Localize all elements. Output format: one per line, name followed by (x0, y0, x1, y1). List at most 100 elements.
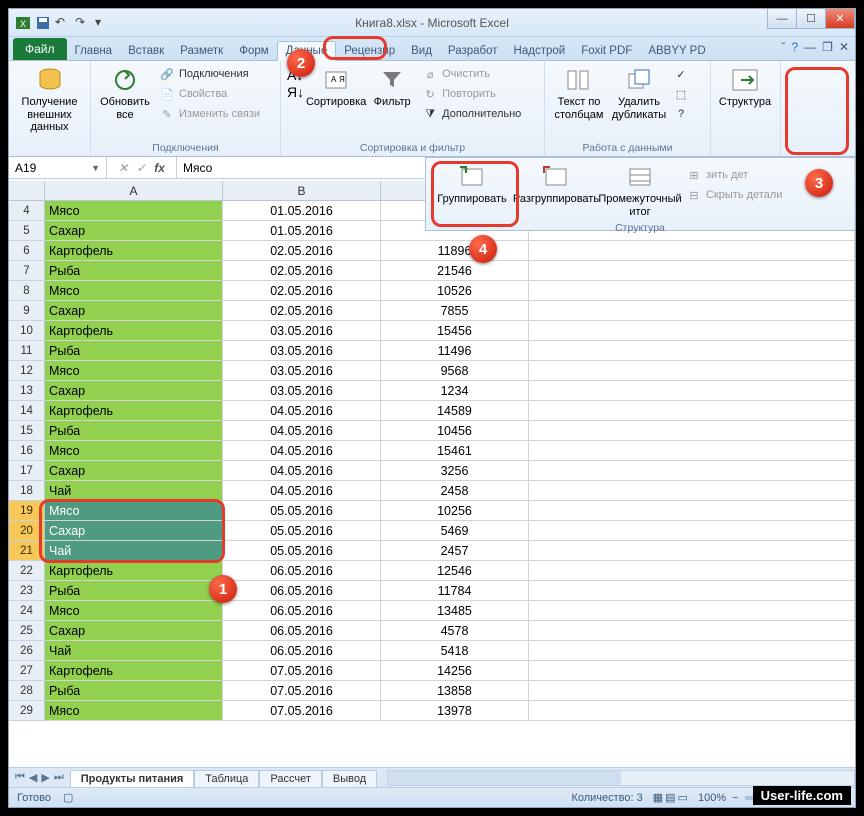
cell[interactable]: 14589 (381, 401, 529, 421)
cell[interactable] (529, 621, 855, 641)
cell[interactable]: 02.05.2016 (223, 301, 381, 321)
sheet-tab-output[interactable]: Вывод (322, 770, 377, 787)
cell[interactable]: Чай (45, 481, 223, 501)
cell[interactable] (529, 421, 855, 441)
cell[interactable]: 14256 (381, 661, 529, 681)
cell[interactable] (529, 301, 855, 321)
cell[interactable]: 07.05.2016 (223, 701, 381, 721)
cell[interactable] (529, 601, 855, 621)
row-header[interactable]: 21 (9, 541, 45, 561)
cell[interactable]: 2458 (381, 481, 529, 501)
row-header[interactable]: 22 (9, 561, 45, 581)
cell[interactable]: Сахар (45, 221, 223, 241)
cell[interactable]: Рыба (45, 341, 223, 361)
cell[interactable]: Сахар (45, 621, 223, 641)
cell[interactable]: 15456 (381, 321, 529, 341)
row-header[interactable]: 29 (9, 701, 45, 721)
cell[interactable] (529, 681, 855, 701)
row-header[interactable]: 13 (9, 381, 45, 401)
cell[interactable]: 07.05.2016 (223, 681, 381, 701)
tab-foxit[interactable]: Foxit PDF (573, 42, 640, 60)
tab-abbyy[interactable]: ABBYY PD (640, 42, 713, 60)
row-header[interactable]: 19 (9, 501, 45, 521)
tab-addins[interactable]: Надстрой (506, 42, 574, 60)
data-validation-button[interactable]: ✓ (671, 65, 691, 83)
cell[interactable]: 13978 (381, 701, 529, 721)
row-header[interactable]: 8 (9, 281, 45, 301)
cell[interactable]: Чай (45, 641, 223, 661)
cell[interactable]: 04.05.2016 (223, 441, 381, 461)
cell[interactable]: 03.05.2016 (223, 321, 381, 341)
row-header[interactable]: 18 (9, 481, 45, 501)
cell[interactable] (529, 281, 855, 301)
cell[interactable] (529, 401, 855, 421)
hide-detail-button[interactable]: ⊟Скрыть детали (684, 186, 784, 204)
cell[interactable]: Рыба (45, 421, 223, 441)
sheet-tab-table[interactable]: Таблица (194, 770, 259, 787)
cell[interactable]: Картофель (45, 561, 223, 581)
cell[interactable]: Рыба (45, 681, 223, 701)
cell[interactable]: 06.05.2016 (223, 601, 381, 621)
sheet-nav-first-icon[interactable]: ⏮ (15, 771, 25, 784)
zoom-out-icon[interactable]: − (732, 792, 738, 804)
cell[interactable]: 21546 (381, 261, 529, 281)
cell[interactable]: 3256 (381, 461, 529, 481)
cell[interactable]: 10256 (381, 501, 529, 521)
sort-desc-icon[interactable]: Я↓ (287, 84, 304, 100)
cell[interactable]: Картофель (45, 241, 223, 261)
qat-more-icon[interactable]: ▾ (95, 15, 111, 31)
cell[interactable] (529, 561, 855, 581)
ungroup-button[interactable]: Разгруппировать (516, 160, 596, 209)
cell[interactable]: Рыба (45, 581, 223, 601)
cell[interactable]: Мясо (45, 281, 223, 301)
workbook-close-icon[interactable]: ✕ (839, 40, 849, 54)
row-header[interactable]: 10 (9, 321, 45, 341)
cell[interactable]: Мясо (45, 201, 223, 221)
row-header[interactable]: 16 (9, 441, 45, 461)
cell[interactable]: 07.05.2016 (223, 661, 381, 681)
close-button[interactable]: ✕ (825, 9, 855, 29)
horizontal-scrollbar[interactable] (387, 770, 855, 786)
cell[interactable]: Чай (45, 541, 223, 561)
cell[interactable] (529, 521, 855, 541)
sort-button[interactable]: AЯ Сортировка (308, 63, 364, 112)
cell[interactable]: 02.05.2016 (223, 241, 381, 261)
filter-button[interactable]: Фильтр (368, 63, 416, 112)
tab-home[interactable]: Главна (67, 42, 121, 60)
cell[interactable]: Мясо (45, 501, 223, 521)
macro-record-icon[interactable]: ▢ (63, 791, 73, 804)
cell[interactable]: 05.05.2016 (223, 521, 381, 541)
consolidate-button[interactable]: ⬚ (671, 85, 691, 103)
cell[interactable]: 11496 (381, 341, 529, 361)
properties-button[interactable]: 📄Свойства (157, 85, 262, 103)
cell[interactable] (529, 461, 855, 481)
cell[interactable]: Картофель (45, 321, 223, 341)
cell[interactable]: 5418 (381, 641, 529, 661)
get-external-data-button[interactable]: Получение внешних данных (15, 63, 84, 137)
clear-filter-button[interactable]: ⌀Очистить (420, 65, 523, 83)
cell[interactable] (529, 661, 855, 681)
tab-developer[interactable]: Разработ (440, 42, 506, 60)
cell[interactable]: 05.05.2016 (223, 541, 381, 561)
cell[interactable]: 06.05.2016 (223, 561, 381, 581)
cell[interactable]: 13858 (381, 681, 529, 701)
cell[interactable]: 04.05.2016 (223, 401, 381, 421)
cell[interactable] (529, 581, 855, 601)
row-header[interactable]: 24 (9, 601, 45, 621)
cell[interactable]: 06.05.2016 (223, 581, 381, 601)
cell[interactable]: 5469 (381, 521, 529, 541)
row-header[interactable]: 9 (9, 301, 45, 321)
cell[interactable]: Сахар (45, 461, 223, 481)
column-header-B[interactable]: B (223, 181, 381, 201)
tab-layout[interactable]: Разметк (172, 42, 231, 60)
help-icon[interactable]: ? (791, 40, 798, 54)
minimize-button[interactable]: — (767, 9, 797, 29)
redo-icon[interactable]: ↷ (75, 15, 91, 31)
undo-icon[interactable]: ↶ (55, 15, 71, 31)
tab-review[interactable]: Рецензир (336, 42, 403, 60)
row-header[interactable]: 4 (9, 201, 45, 221)
cell[interactable]: Картофель (45, 661, 223, 681)
cell[interactable]: 2457 (381, 541, 529, 561)
text-to-columns-button[interactable]: Текст по столбцам (551, 63, 607, 124)
refresh-all-button[interactable]: Обновить все (97, 63, 153, 124)
